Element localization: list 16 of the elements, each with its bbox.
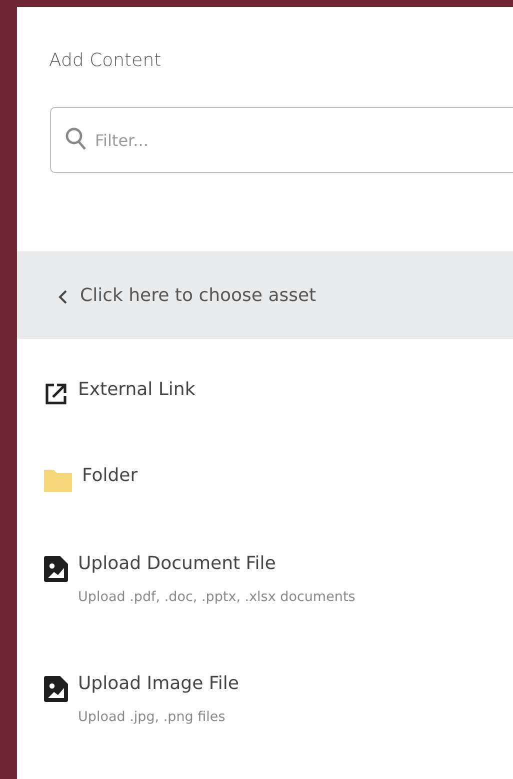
file-image-icon: [44, 556, 68, 582]
content-type-option[interactable]: External Link: [78, 379, 196, 400]
option-description: Upload .jpg, .png files: [78, 709, 226, 725]
panel-title: Add Content: [49, 50, 162, 71]
back-bar[interactable]: Click here to choose asset: [17, 251, 513, 339]
option-description: Upload .pdf, .doc, .pptx, .xlsx documents: [78, 589, 356, 605]
content-type-option[interactable]: Upload Document File: [78, 553, 356, 574]
external-link-icon: [44, 382, 68, 406]
content-type-option[interactable]: Upload Image File: [78, 673, 240, 694]
chevron-left-icon: [58, 288, 68, 304]
folder-icon: [44, 468, 72, 492]
content-type-option[interactable]: Folder: [82, 465, 138, 486]
file-image-icon: [44, 676, 68, 702]
filter-field[interactable]: Filter...: [50, 107, 513, 173]
back-label: Click here to choose asset: [80, 284, 316, 306]
search-icon: [65, 127, 87, 151]
